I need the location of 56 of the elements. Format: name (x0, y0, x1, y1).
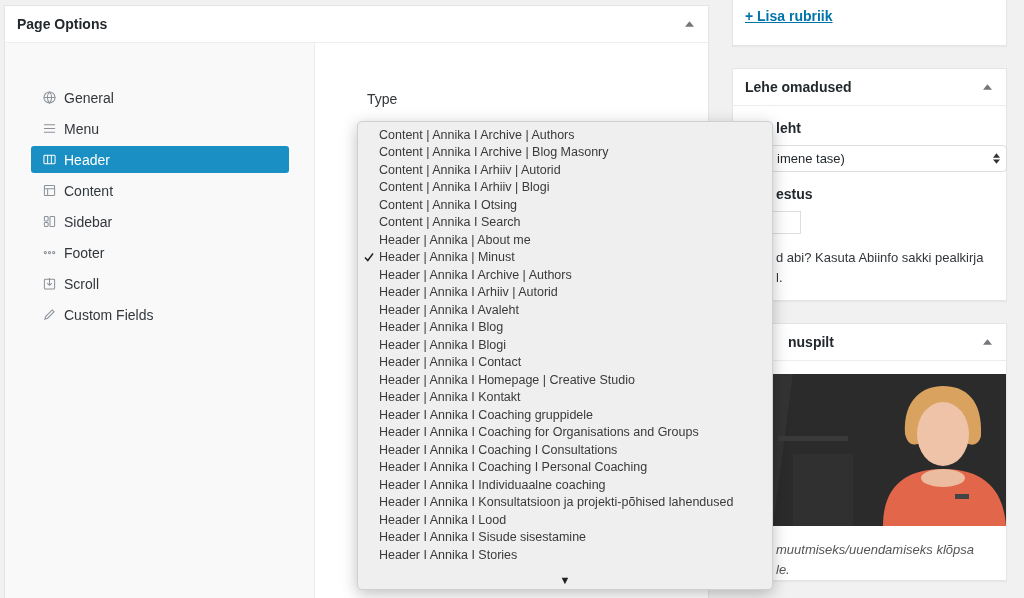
menu-option[interactable]: Header | Annika | About me (358, 231, 734, 249)
download-icon (43, 277, 56, 290)
updown-icon (993, 153, 1000, 164)
layout-icon (43, 184, 56, 197)
menu-option[interactable]: Header I Annika I Coaching I Consultations (358, 441, 734, 459)
hint-text: muutmiseks/uuendamiseks klõpsa (776, 541, 975, 559)
menu-option[interactable]: Header | Annika I Blogi (358, 336, 734, 354)
menu-option[interactable]: Header | Annika | Minust (358, 248, 734, 266)
help-text: d abi? Kasuta Abiinfo sakki pealkirja (776, 249, 985, 267)
menu-option[interactable]: Header I Annika I Lood (358, 511, 734, 529)
nav-item[interactable]: Sidebar (31, 208, 289, 235)
nav-item[interactable]: Custom Fields (31, 301, 289, 328)
menu-option[interactable]: Header | Annika I Kontakt (358, 388, 734, 406)
menu-option[interactable]: Header I Annika I Individuaalne coaching (358, 476, 734, 494)
nav-item[interactable]: General (31, 84, 289, 111)
menu-option[interactable]: Header | Annika I Archive | Authors (358, 266, 734, 284)
hint-text: le. (776, 561, 791, 579)
menu-option[interactable]: Header I Annika I Coaching for Organisations and Groups (358, 423, 734, 441)
menu-option[interactable]: Header I Annika I Coaching gruppidele (358, 406, 734, 424)
field-label: Type (367, 91, 398, 107)
scroll-down-arrow[interactable]: ▼ (559, 573, 571, 586)
panel-title: nuspilt (788, 334, 834, 350)
help-text: l. (776, 269, 784, 287)
pencil-icon (43, 308, 56, 321)
menu-option[interactable]: Header I Annika I Konsultatsioon ja projekti-põhised lahendused (358, 493, 734, 511)
menu-option[interactable]: Content | Annika I Arhiiv | Autorid (358, 161, 734, 179)
menu-option[interactable]: Header | Annika I Contact (358, 353, 734, 371)
add-category-link[interactable]: + Lisa rubriik (745, 8, 833, 24)
menu-option[interactable]: Header | Annika I Blog (358, 318, 734, 336)
menu-option[interactable]: Header | Annika I Homepage | Creative Studio (358, 371, 734, 389)
columns-icon (43, 153, 56, 166)
menu-option[interactable]: Header I Annika I Sisude sisestamine (358, 528, 734, 546)
sidebar-icon (43, 215, 56, 228)
menu-option[interactable]: Content | Annika I Otsing (358, 196, 734, 214)
menu-option[interactable]: Content | Annika I Archive | Blog Masonry (358, 143, 734, 161)
menu-option[interactable]: Content | Annika I Arhiiv | Blogi (358, 178, 734, 196)
menu-option[interactable]: Header | Annika I Arhiiv | Autorid (358, 283, 734, 301)
menu-option[interactable]: Header I Annika I Coaching I Personal Coaching (358, 458, 734, 476)
collapse-icon[interactable] (685, 21, 694, 27)
menu-option[interactable]: Header | Annika I Avaleht (358, 301, 734, 319)
menu-option[interactable]: Content | Annika I Archive | Authors (358, 126, 734, 144)
menu-icon (43, 122, 56, 135)
menu-option[interactable]: Header I Annika I Stories (358, 546, 734, 564)
nav-item[interactable]: Scroll (31, 270, 289, 297)
panel-title: Page Options (17, 16, 108, 32)
globe-icon (43, 91, 56, 104)
nav-item[interactable]: Header (31, 146, 289, 173)
collapse-icon[interactable] (983, 84, 992, 90)
nav-item[interactable]: Menu (31, 115, 289, 142)
menu-option[interactable]: Content | Annika I Search (358, 213, 734, 231)
nav-item[interactable]: Content (31, 177, 289, 204)
nav-item[interactable]: Footer (31, 239, 289, 266)
panel-title: Lehe omadused (745, 79, 852, 95)
field-label: estus (776, 186, 814, 202)
field-label: leht (776, 120, 802, 136)
collapse-icon[interactable] (983, 339, 992, 345)
